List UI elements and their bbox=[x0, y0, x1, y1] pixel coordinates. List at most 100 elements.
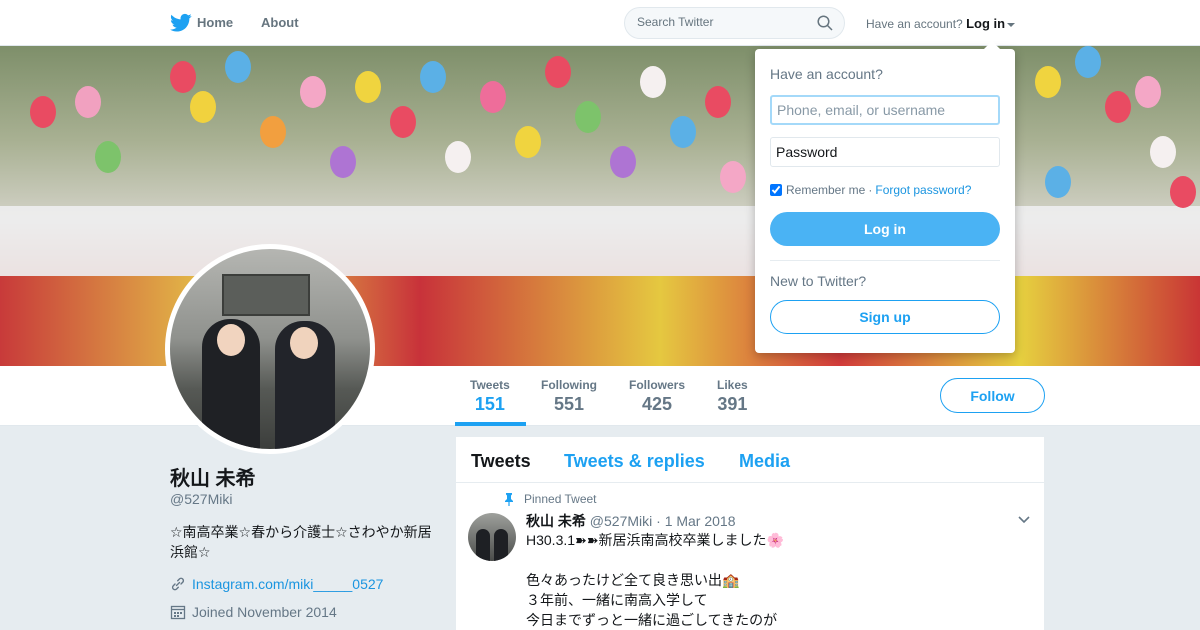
stat-followers-value: 425 bbox=[641, 394, 673, 414]
tweet-header: 秋山 未希 @527Miki · 1 Mar 2018 bbox=[526, 511, 736, 531]
tab-media[interactable]: Media bbox=[739, 451, 790, 472]
balloon bbox=[1075, 46, 1101, 78]
remember-me-checkbox[interactable] bbox=[770, 184, 782, 196]
tweet-line: ３年前、一緒に南高入学して bbox=[526, 592, 708, 608]
balloon bbox=[445, 141, 471, 173]
avatar-face bbox=[217, 324, 245, 356]
login-button[interactable]: Log in bbox=[770, 212, 1000, 246]
have-account-text: Have an account? bbox=[866, 17, 963, 31]
stat-following-label: Following bbox=[541, 378, 597, 392]
login-dropdown-title: Have an account? bbox=[770, 66, 883, 82]
profile-avatar[interactable] bbox=[165, 244, 375, 454]
balloon bbox=[1105, 91, 1131, 123]
balloon bbox=[1135, 76, 1161, 108]
follow-button[interactable]: Follow bbox=[940, 378, 1045, 413]
profile-bio: ☆南高卒業☆春から介護士☆さわやか新居浜館☆ bbox=[170, 524, 432, 560]
login-link-label: Log in bbox=[966, 16, 1006, 31]
profile-name[interactable]: 秋山 未希 bbox=[170, 462, 256, 491]
forgot-password-link[interactable]: Forgot password? bbox=[875, 183, 971, 197]
stat-following-value: 551 bbox=[553, 394, 585, 414]
balloon bbox=[575, 101, 601, 133]
balloon bbox=[355, 71, 381, 103]
stat-tweets[interactable]: Tweets 151 bbox=[470, 378, 510, 415]
balloon bbox=[610, 146, 636, 178]
caret-down-icon bbox=[1007, 22, 1016, 27]
balloon bbox=[300, 76, 326, 108]
link-icon bbox=[171, 577, 185, 591]
profile-handle[interactable]: @527Miki bbox=[170, 491, 232, 507]
pin-icon bbox=[505, 492, 513, 506]
tweet-body: H30.3.1➽➽新居浜南高校卒業しました🌸 色々あったけど全て良き思い出🏫 ３年前… bbox=[526, 530, 1006, 630]
balloon bbox=[75, 86, 101, 118]
timeline: Tweets Tweets & replies Media Pinned Twe… bbox=[456, 437, 1044, 630]
balloon bbox=[1045, 166, 1071, 198]
stat-likes-label: Likes bbox=[717, 378, 748, 392]
login-dropdown-toggle[interactable]: Log in bbox=[966, 16, 1016, 31]
password-field[interactable] bbox=[770, 137, 1000, 167]
tweet-author-name[interactable]: 秋山 未希 bbox=[526, 513, 586, 529]
tweet-avatar[interactable] bbox=[468, 513, 516, 561]
signup-button[interactable]: Sign up bbox=[770, 300, 1000, 334]
avatar-school-sign bbox=[222, 274, 310, 316]
profile-joined: Joined November 2014 bbox=[170, 604, 337, 620]
tab-tweets[interactable]: Tweets bbox=[471, 451, 531, 472]
chevron-down-icon[interactable] bbox=[1018, 515, 1030, 525]
stat-tweets-value: 151 bbox=[474, 394, 505, 414]
balloon bbox=[390, 106, 416, 138]
calendar-icon bbox=[170, 605, 186, 620]
remember-separator: · bbox=[868, 183, 873, 197]
tweet-line: 色々あったけど全て良き思い出🏫 bbox=[526, 572, 740, 588]
top-nav: Home About Have an account? Log in bbox=[0, 0, 1200, 46]
balloon bbox=[420, 61, 446, 93]
stat-likes-value: 391 bbox=[717, 394, 748, 414]
pinned-tweet-text: Pinned Tweet bbox=[524, 492, 597, 506]
nav-home-label: Home bbox=[197, 15, 234, 30]
avatar-face bbox=[290, 327, 318, 359]
tweet-line: H30.3.1➽➽新居浜南高校卒業しました🌸 bbox=[526, 532, 784, 548]
tab-tweets-replies[interactable]: Tweets & replies bbox=[564, 451, 705, 472]
stat-followers-label: Followers bbox=[629, 378, 686, 392]
balloon bbox=[720, 161, 746, 193]
remember-row: Remember me · Forgot password? bbox=[770, 183, 971, 197]
nav-home[interactable]: Home bbox=[170, 13, 234, 32]
profile-joined-text: Joined November 2014 bbox=[192, 604, 337, 620]
timeline-tabs: Tweets Tweets & replies Media bbox=[456, 437, 1044, 483]
pinned-tweet-label: Pinned Tweet bbox=[504, 492, 597, 506]
stat-followers[interactable]: Followers 425 bbox=[629, 378, 685, 415]
tweet-separator: · bbox=[656, 513, 661, 529]
twitter-bird-icon bbox=[170, 13, 192, 32]
profile-link-text[interactable]: Instagram.com/miki_____0527 bbox=[192, 576, 383, 592]
tweet-date[interactable]: 1 Mar 2018 bbox=[665, 513, 736, 529]
tweet-avatar-person bbox=[476, 529, 490, 561]
nav-about[interactable]: About bbox=[261, 15, 299, 30]
stat-tweets-label: Tweets bbox=[470, 378, 510, 392]
new-to-twitter-text: New to Twitter? bbox=[770, 273, 867, 289]
profile-link[interactable]: Instagram.com/miki_____0527 bbox=[170, 576, 383, 592]
tweet-line: 今日までずっと一緒に過ごしてきたのが bbox=[526, 612, 778, 628]
avatar-photo bbox=[170, 249, 370, 449]
stat-likes[interactable]: Likes 391 bbox=[717, 378, 748, 415]
balloon bbox=[1170, 176, 1196, 208]
balloon bbox=[515, 126, 541, 158]
remember-me-label[interactable]: Remember me bbox=[786, 183, 865, 197]
search-input[interactable] bbox=[637, 15, 807, 29]
balloon bbox=[670, 116, 696, 148]
balloon bbox=[330, 146, 356, 178]
tweet-author-handle[interactable]: @527Miki bbox=[590, 513, 652, 529]
username-field[interactable] bbox=[770, 95, 1000, 125]
balloon bbox=[480, 81, 506, 113]
balloon bbox=[545, 56, 571, 88]
tweet-avatar-person bbox=[494, 529, 508, 561]
search-icon[interactable] bbox=[817, 15, 833, 31]
have-account-area: Have an account? Log in bbox=[866, 16, 1016, 31]
divider bbox=[770, 260, 1000, 261]
banner-wall bbox=[0, 206, 1200, 276]
balloon bbox=[190, 91, 216, 123]
balloon bbox=[95, 141, 121, 173]
stat-following[interactable]: Following 551 bbox=[541, 378, 597, 415]
balloon bbox=[170, 61, 196, 93]
search-box bbox=[624, 7, 845, 39]
balloon bbox=[225, 51, 251, 83]
balloon bbox=[640, 66, 666, 98]
balloon bbox=[705, 86, 731, 118]
